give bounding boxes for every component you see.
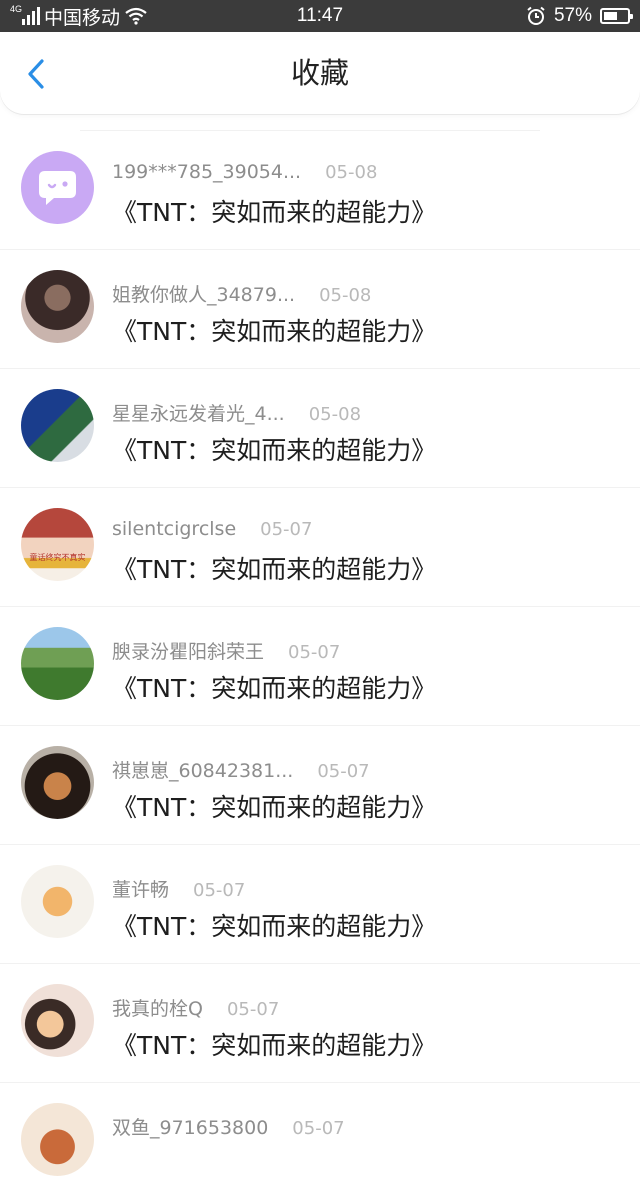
item-date: 05-08 — [325, 162, 378, 183]
avatar[interactable] — [21, 984, 94, 1057]
avatar[interactable] — [21, 746, 94, 819]
list-item[interactable]: 祺崽崽_60842381... 05-07 《TNT：突如而来的超能力》 — [0, 726, 640, 845]
item-meta: 腴录汾瞿阳斜荣王 05-07 — [112, 637, 340, 664]
item-date: 05-07 — [260, 519, 313, 540]
item-date: 05-07 — [288, 642, 341, 663]
list-item[interactable]: 199***785_39054... 05-08 《TNT：突如而来的超能力》 — [0, 131, 640, 250]
user-name[interactable]: 星星永远发着光_4... — [112, 399, 285, 426]
chat-bubble-icon — [39, 171, 76, 205]
list-item[interactable]: 腴录汾瞿阳斜荣王 05-07 《TNT：突如而来的超能力》 — [0, 607, 640, 726]
favorite-title[interactable]: 《TNT：突如而来的超能力》 — [112, 431, 436, 467]
item-date: 05-08 — [319, 285, 372, 306]
item-date: 05-07 — [292, 1118, 345, 1139]
item-meta: 星星永远发着光_4... 05-08 — [112, 399, 361, 426]
avatar[interactable] — [21, 270, 94, 343]
favorite-title[interactable]: 《TNT：突如而来的超能力》 — [112, 788, 436, 824]
item-meta: 姐教你做人_34879... 05-08 — [112, 280, 371, 307]
item-date: 05-07 — [226, 999, 280, 1020]
favorite-title[interactable]: 《TNT：突如而来的超能力》 — [112, 907, 436, 943]
user-name[interactable]: 董许畅 — [112, 875, 169, 902]
favorite-title[interactable]: 《TNT：突如而来的超能力》 — [112, 669, 436, 705]
avatar[interactable] — [21, 1103, 94, 1176]
list-item[interactable]: 星星永远发着光_4... 05-08 《TNT：突如而来的超能力》 — [0, 369, 640, 488]
avatar[interactable]: 童话终究不真实 — [21, 508, 94, 581]
list-item[interactable]: 姐教你做人_34879... 05-08 《TNT：突如而来的超能力》 — [0, 250, 640, 369]
favorite-title[interactable]: 《TNT：突如而来的超能力》 — [112, 1026, 436, 1062]
avatar[interactable] — [21, 151, 94, 224]
battery-icon — [600, 8, 633, 24]
favorites-list: 199***785_39054... 05-08 《TNT：突如而来的超能力》 姐教你… — [0, 114, 640, 1202]
favorite-title[interactable]: 《TNT：突如而来的超能力》 — [112, 312, 436, 348]
item-meta: 董许畅 05-07 — [112, 875, 245, 902]
user-name[interactable]: 姐教你做人_34879... — [112, 280, 295, 307]
avatar[interactable] — [21, 627, 94, 700]
page-title: 收藏 — [290, 56, 349, 90]
list-item[interactable]: 童话终究不真实 silentcigrclse 05-07 《TNT：突如而来的超能力》 — [0, 488, 640, 607]
list-item[interactable]: 双鱼_971653800 05-07 — [0, 1083, 640, 1202]
item-meta: 我真的栓Q 05-07 — [112, 994, 279, 1021]
status-bar: 4G 中国移动 11:47 57% — [0, 0, 640, 32]
item-meta: silentcigrclse 05-07 — [112, 518, 312, 540]
avatar[interactable] — [21, 865, 94, 938]
user-name[interactable]: 我真的栓Q — [112, 994, 203, 1021]
favorite-title[interactable]: 《TNT：突如而来的超能力》 — [112, 550, 436, 586]
favorite-title[interactable]: 《TNT：突如而来的超能力》 — [112, 193, 436, 229]
battery-percent: 57% — [553, 5, 592, 26]
avatar[interactable] — [21, 389, 94, 462]
nav-bar: 收藏 — [0, 32, 640, 114]
item-date: 05-08 — [308, 404, 362, 425]
user-name[interactable]: silentcigrclse — [112, 518, 236, 540]
item-meta: 双鱼_971653800 05-07 — [112, 1113, 345, 1140]
item-date: 05-07 — [317, 761, 370, 782]
list-item[interactable]: 我真的栓Q 05-07 《TNT：突如而来的超能力》 — [0, 964, 640, 1083]
item-meta: 199***785_39054... 05-08 — [112, 161, 377, 183]
avatar-caption: 童话终究不真实 — [29, 553, 86, 562]
user-name[interactable]: 腴录汾瞿阳斜荣王 — [112, 637, 264, 664]
item-meta: 祺崽崽_60842381... 05-07 — [112, 756, 370, 783]
alarm-icon — [527, 6, 545, 25]
user-name[interactable]: 199***785_39054... — [112, 161, 301, 183]
list-item[interactable]: 董许畅 05-07 《TNT：突如而来的超能力》 — [0, 845, 640, 964]
list-divider — [80, 114, 540, 131]
item-date: 05-07 — [193, 880, 246, 901]
status-right: 57% — [526, 0, 633, 32]
user-name[interactable]: 双鱼_971653800 — [112, 1113, 268, 1140]
user-name[interactable]: 祺崽崽_60842381... — [112, 756, 293, 783]
